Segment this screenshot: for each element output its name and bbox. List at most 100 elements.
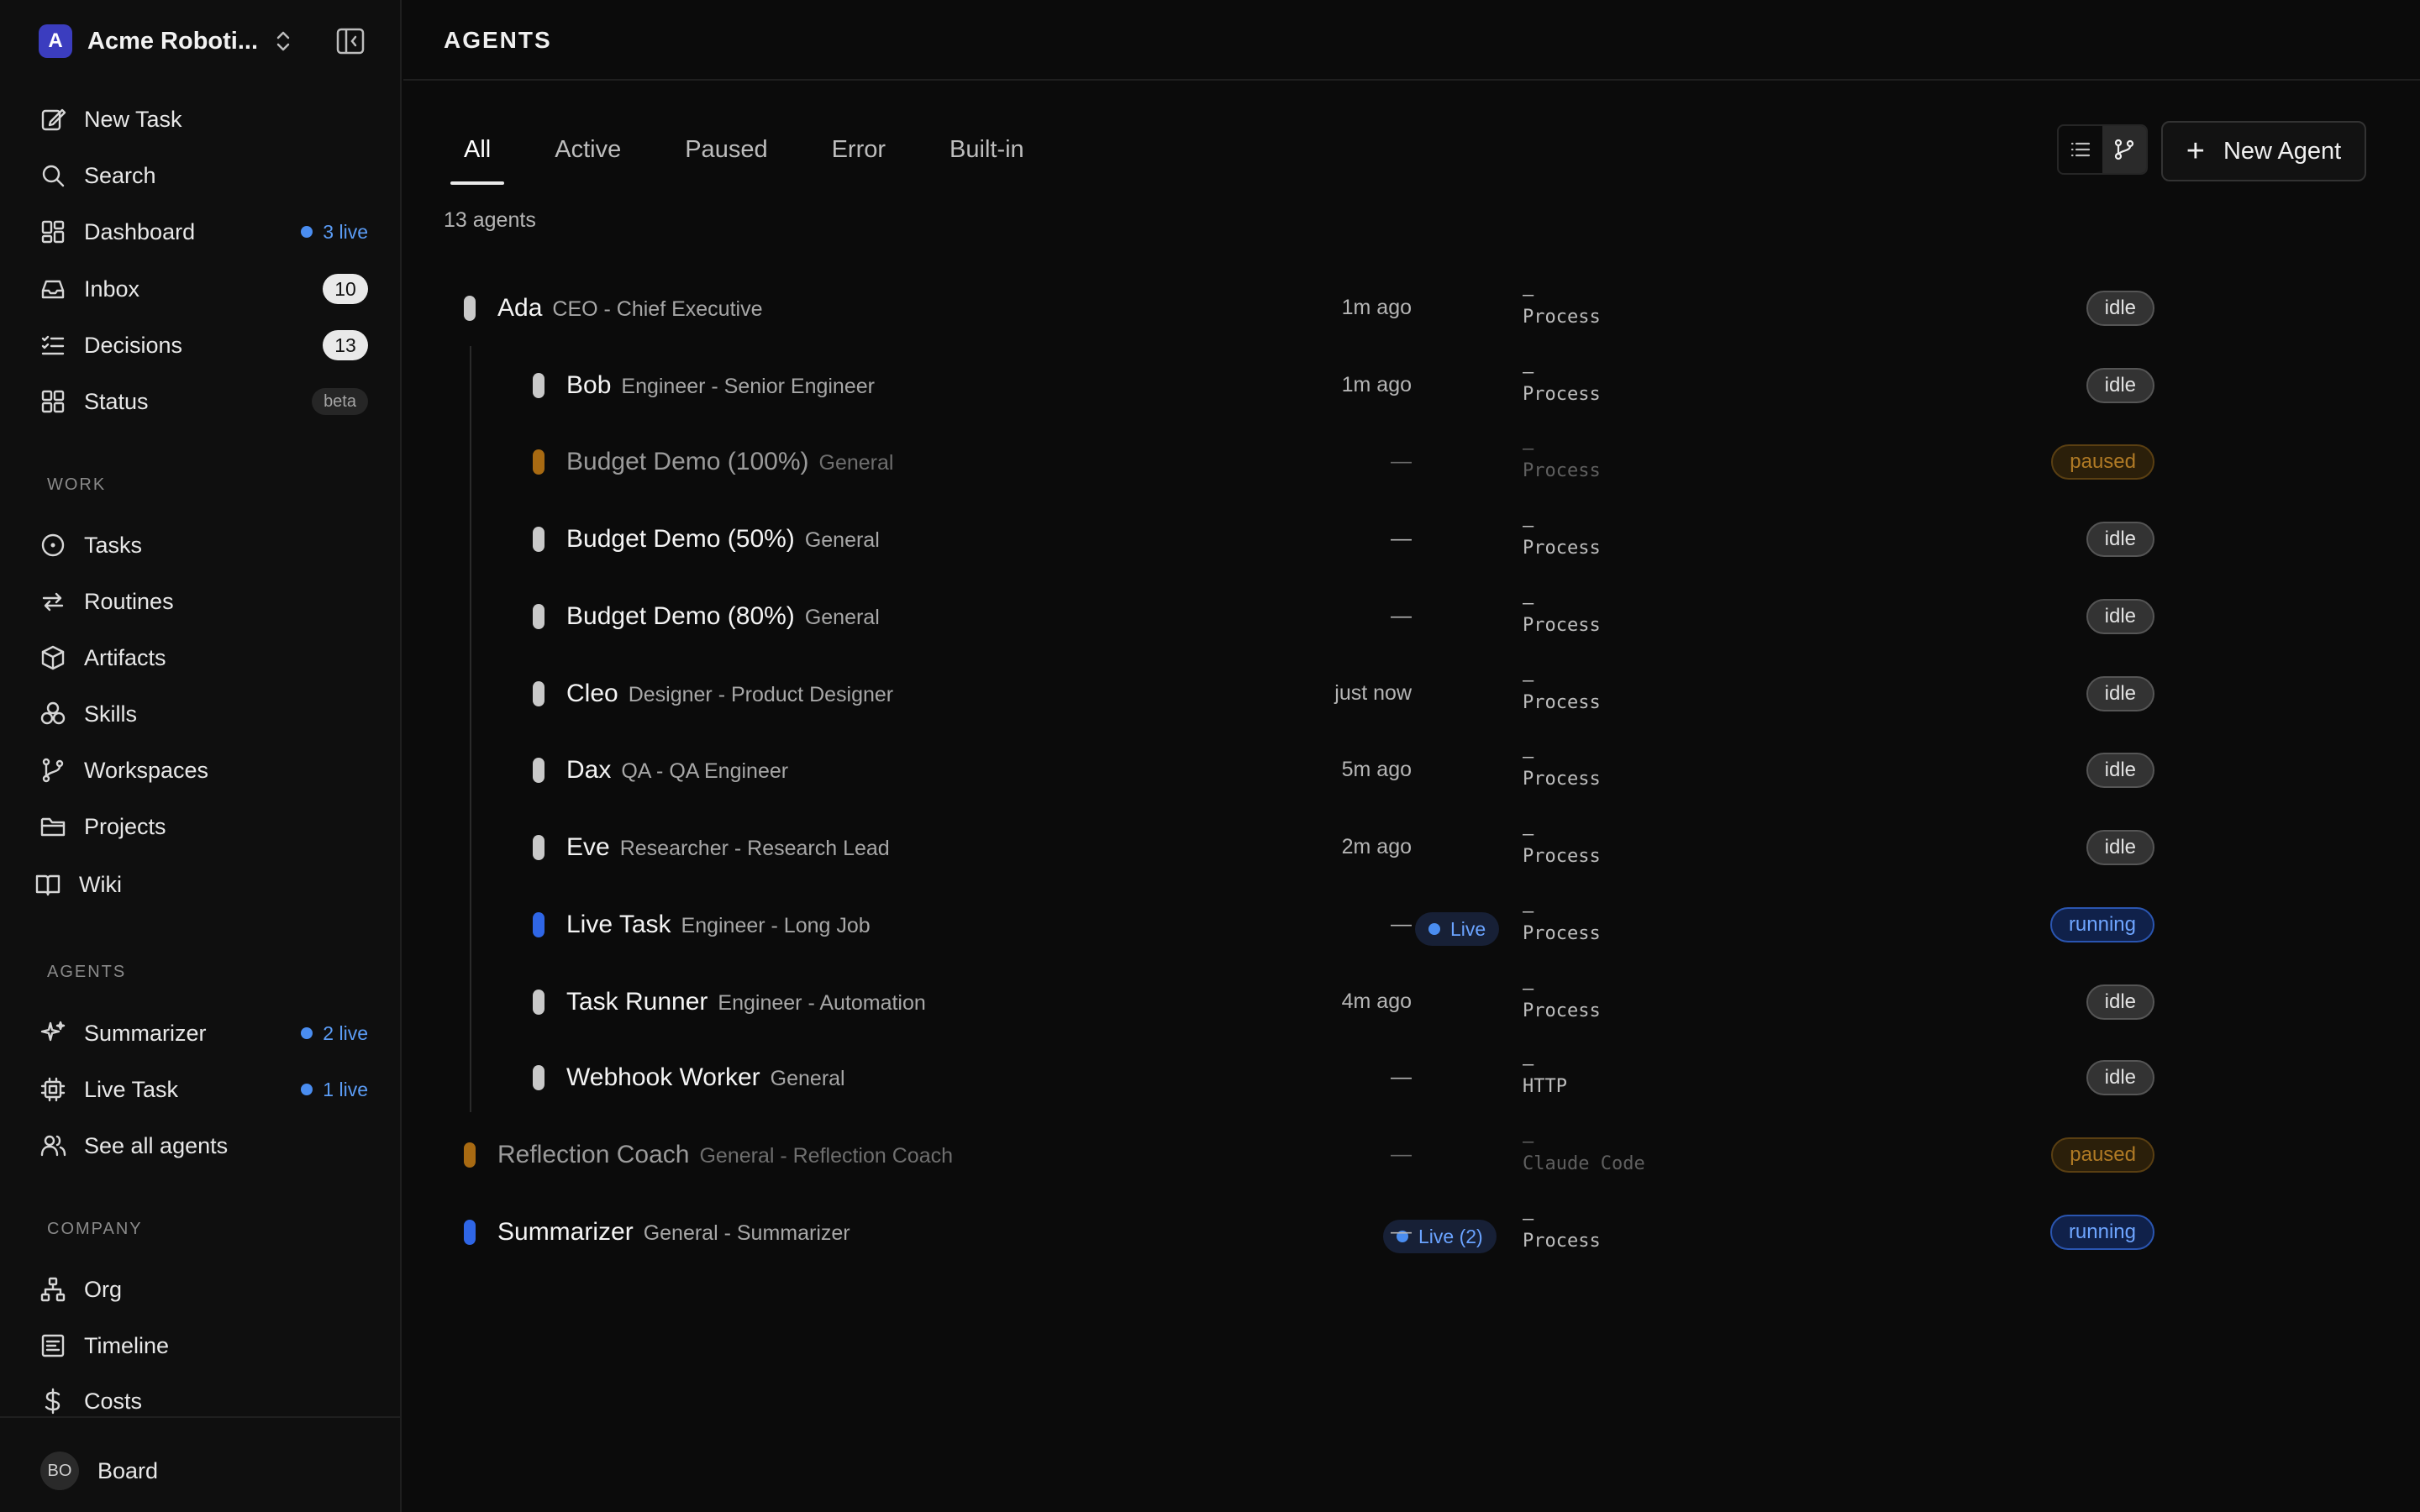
agent-row[interactable]: Summarizer General - Summarizer Live (2) … — [454, 1205, 2386, 1263]
adapter-cell: – Process — [1523, 286, 1601, 329]
adapter-cell: – Process — [1523, 439, 1601, 483]
sidebar-item-status[interactable]: Status beta — [39, 381, 368, 423]
agent-name-cell: Ada CEO - Chief Executive — [497, 294, 762, 323]
adapter-cell: – HTTP — [1523, 1055, 1567, 1099]
agent-row[interactable]: Webhook Worker General – HTTP — idle — [454, 1050, 2386, 1109]
agent-name-cell: Cleo Designer - Product Designer — [566, 680, 893, 708]
sidebar-item-summarizer[interactable]: Summarizer 2 live — [39, 1012, 368, 1054]
agent-name-cell: Dax QA - QA Engineer — [566, 756, 788, 785]
adapter-cell: – Process — [1523, 671, 1601, 715]
adapter-type: HTTP — [1523, 1076, 1567, 1097]
agent-row[interactable]: Reflection Coach General - Reflection Coa… — [454, 1127, 2386, 1186]
status-badge: idle — [2086, 676, 2154, 711]
agent-role: QA - QA Engineer — [621, 759, 789, 783]
sidebar-item-label: New Task — [84, 106, 182, 132]
tab-built-in[interactable]: Built-in — [936, 126, 1038, 185]
sidebar-item-timeline[interactable]: Timeline — [39, 1325, 368, 1367]
tab-all[interactable]: All — [450, 126, 505, 185]
adapter-type: Process — [1523, 769, 1601, 790]
sidebar-item-inbox[interactable]: Inbox 10 — [39, 268, 368, 310]
inbox-icon — [41, 280, 65, 299]
agent-row[interactable]: Cleo Designer - Product Designer – Proces… — [454, 666, 2386, 725]
workspace-switcher[interactable]: A Acme Roboti... — [39, 22, 366, 60]
agent-row[interactable]: Ada CEO - Chief Executive – Process 1m ag… — [454, 281, 2386, 339]
agent-row[interactable]: Live Task Engineer - Long Job Live – Proc… — [454, 897, 2386, 956]
adapter-cell: – Claude Code — [1523, 1132, 1645, 1176]
agent-row[interactable]: Dax QA - QA Engineer – Process 5m ago idl… — [454, 743, 2386, 801]
new-agent-button[interactable]: + New Agent — [2161, 121, 2366, 181]
agent-row[interactable]: Task Runner Engineer - Automation – Proce… — [454, 974, 2386, 1033]
status-indicator — [464, 296, 476, 321]
adapter-dash: – — [1523, 670, 1534, 691]
sidebar-item-projects[interactable]: Projects — [39, 806, 368, 848]
agent-role: Researcher - Research Lead — [619, 837, 890, 860]
tab-active[interactable]: Active — [541, 126, 634, 185]
agent-row[interactable]: Budget Demo (50%) General – Process — idl… — [454, 512, 2386, 570]
adapter-type: Process — [1523, 460, 1601, 481]
sidebar-item-search[interactable]: Search — [39, 155, 368, 197]
checklist-icon — [41, 335, 65, 355]
sidebar-item-live-task[interactable]: Live Task 1 live — [39, 1068, 368, 1110]
status-badge: idle — [2086, 368, 2154, 403]
adapter-cell: – Process — [1523, 902, 1601, 946]
agent-name: Ada — [497, 294, 543, 322]
sidebar-item-label: Summarizer — [84, 1020, 207, 1046]
sidebar-item-dashboard[interactable]: Dashboard 3 live — [39, 211, 368, 253]
last-active-time: 5m ago — [1341, 758, 1412, 781]
sidebar-item-routines[interactable]: Routines — [39, 580, 368, 622]
tab-paused[interactable]: Paused — [671, 126, 781, 185]
git-branch-icon — [2114, 139, 2134, 160]
last-active-time: — — [1391, 604, 1412, 627]
last-active-time: — — [1391, 912, 1412, 936]
adapter-type: Process — [1523, 923, 1601, 944]
status-indicator — [533, 990, 544, 1015]
workspace-logo: A — [39, 24, 72, 58]
sidebar-item-skills[interactable]: Skills — [39, 693, 368, 735]
folder-icon — [40, 817, 66, 837]
sidebar-item-workspaces[interactable]: Workspaces — [39, 749, 368, 791]
sidebar-item-label: Artifacts — [84, 644, 166, 670]
sidebar-item-new-task[interactable]: New Task — [39, 98, 368, 140]
sidebar-item-label: Skills — [84, 701, 138, 727]
last-active-time: — — [1391, 527, 1412, 550]
list-view-button[interactable] — [2059, 126, 2102, 173]
list-icon — [2070, 142, 2091, 157]
agent-row[interactable]: Budget Demo (80%) General – Process — idl… — [454, 589, 2386, 648]
top-bar: AGENTS — [403, 0, 2420, 81]
agent-name: Budget Demo (80%) — [566, 602, 795, 630]
collapse-sidebar-icon[interactable] — [334, 25, 366, 57]
box-icon — [41, 645, 65, 670]
cpu-icon — [40, 1077, 66, 1102]
last-active-time: — — [1391, 1065, 1412, 1089]
sidebar-item-artifacts[interactable]: Artifacts — [39, 637, 368, 679]
last-active-time: — — [1391, 1220, 1412, 1243]
agent-row[interactable]: Budget Demo (100%) General – Process — pa… — [454, 434, 2386, 493]
last-active-time: 4m ago — [1341, 990, 1412, 1013]
agent-name-cell: Budget Demo (80%) General — [566, 602, 880, 631]
tree-view-button[interactable] — [2102, 126, 2146, 173]
git-branch-icon — [42, 758, 64, 783]
sidebar-item-decisions[interactable]: Decisions 13 — [39, 324, 368, 366]
status-badge: idle — [2086, 984, 2154, 1020]
sidebar: A Acme Roboti... New Task Search Dashboa… — [0, 0, 402, 1512]
board-user[interactable]: BO Board — [0, 1416, 402, 1512]
adapter-cell: – Process — [1523, 979, 1601, 1023]
sidebar-item-org[interactable]: Org — [39, 1268, 368, 1310]
status-badge: paused — [2051, 444, 2154, 480]
tab-error[interactable]: Error — [818, 126, 899, 185]
status-badge: paused — [2051, 1137, 2154, 1173]
sidebar-item-label: Live Task — [84, 1076, 179, 1102]
adapter-dash: – — [1523, 438, 1534, 459]
agent-row[interactable]: Eve Researcher - Research Lead – Process … — [454, 820, 2386, 879]
sidebar-item-tasks[interactable]: Tasks — [39, 524, 368, 566]
live-label: Live — [1450, 917, 1486, 940]
agent-role: Designer - Product Designer — [628, 683, 894, 706]
status-indicator — [464, 1142, 476, 1168]
sidebar-item-see-all-agents[interactable]: See all agents — [39, 1125, 368, 1167]
live-count: 1 live — [323, 1078, 368, 1100]
agent-role: Engineer - Long Job — [681, 914, 871, 937]
sidebar-item-wiki[interactable]: Wiki — [35, 864, 368, 906]
adapter-cell: – Process — [1523, 594, 1601, 638]
skills-icon — [40, 701, 66, 725]
agent-row[interactable]: Bob Engineer - Senior Engineer – Process … — [454, 358, 2386, 417]
